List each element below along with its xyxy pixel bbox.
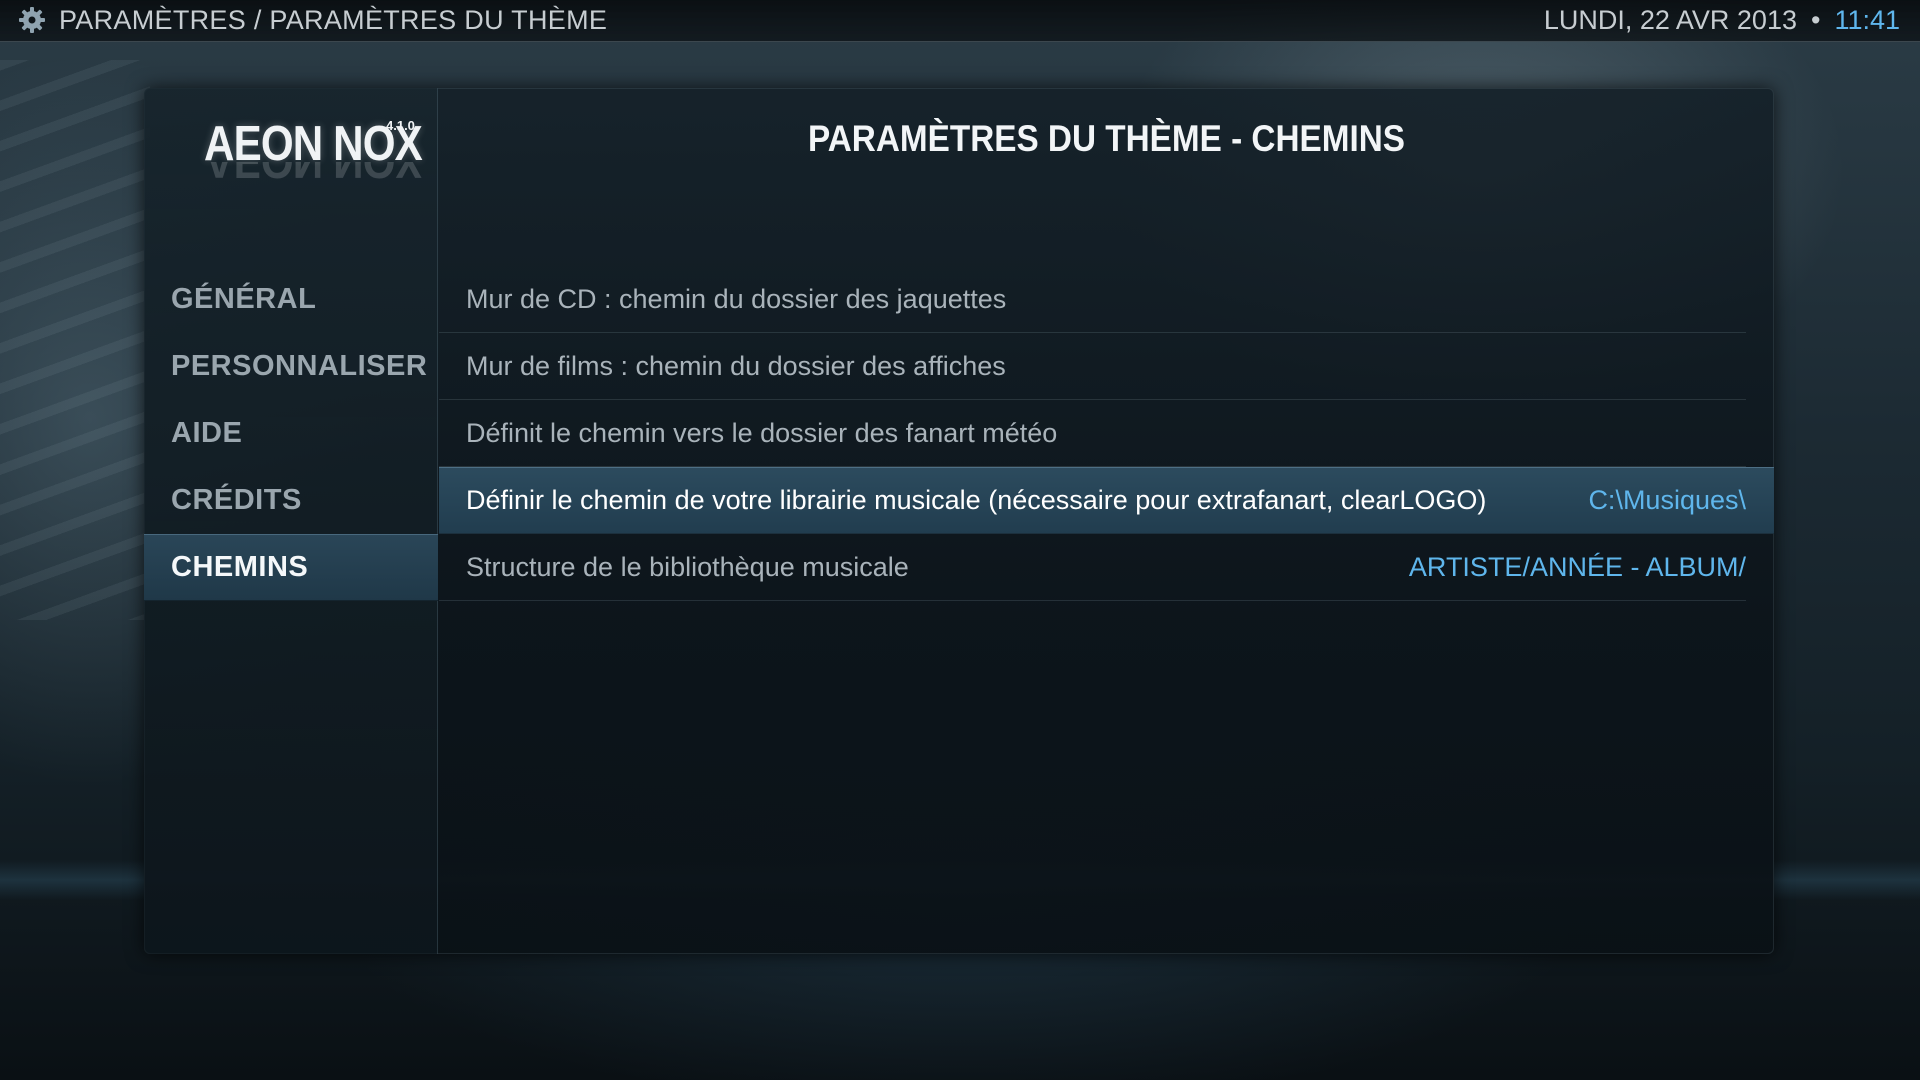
background-decoration <box>0 60 150 620</box>
setting-row-music-library-path[interactable]: Définir le chemin de votre librairie mus… <box>439 467 1774 534</box>
settings-panel: AEON NOX 4.1.0 AEON NOX GÉNÉRAL PERSONNA… <box>144 88 1774 954</box>
date-text: LUNDI, 22 AVR 2013 <box>1543 5 1797 35</box>
setting-row-music-library-structure[interactable]: Structure de le bibliothèque musicale AR… <box>439 534 1746 601</box>
setting-value: ARTISTE/ANNÉE - ALBUM/ <box>1408 552 1746 582</box>
gear-icon <box>18 6 46 34</box>
sidebar-item-aide[interactable]: AIDE <box>144 400 438 467</box>
separator: • <box>1810 5 1821 35</box>
setting-row-cd-wall-path[interactable]: Mur de CD : chemin du dossier des jaquet… <box>439 266 1746 333</box>
sidebar-item-personnaliser[interactable]: PERSONNALISER <box>144 333 438 400</box>
settings-content: PARAMÈTRES DU THÈME - CHEMINS Mur de CD … <box>439 88 1774 954</box>
breadcrumb: PARAMÈTRES / PARAMÈTRES DU THÈME <box>59 5 608 35</box>
setting-row-movie-wall-path[interactable]: Mur de films : chemin du dossier des aff… <box>439 333 1746 400</box>
top-bar: PARAMÈTRES / PARAMÈTRES DU THÈME LUNDI, … <box>0 0 1920 42</box>
sidebar-item-general[interactable]: GÉNÉRAL <box>144 266 438 333</box>
setting-row-weather-fanart-path[interactable]: Définit le chemin vers le dossier des fa… <box>439 400 1746 467</box>
setting-value: C:\Musiques\ <box>1588 485 1746 515</box>
clock: LUNDI, 22 AVR 2013 • 11:41 <box>1544 5 1900 36</box>
page-title: PARAMÈTRES DU THÈME - CHEMINS <box>808 118 1405 159</box>
time-text: 11:41 <box>1834 5 1900 35</box>
sidebar-item-chemins[interactable]: CHEMINS <box>144 534 438 601</box>
setting-label: Mur de CD : chemin du dossier des jaquet… <box>466 284 1007 314</box>
logo-version: 4.1.0 <box>386 118 415 133</box>
settings-list: Mur de CD : chemin du dossier des jaquet… <box>439 266 1774 601</box>
setting-label: Définit le chemin vers le dossier des fa… <box>466 418 1058 448</box>
aeon-nox-logo: AEON NOX 4.1.0 AEON NOX <box>204 116 424 188</box>
sidebar: AEON NOX 4.1.0 AEON NOX GÉNÉRAL PERSONNA… <box>144 88 438 954</box>
sidebar-item-credits[interactable]: CRÉDITS <box>144 467 438 534</box>
logo-reflection: AEON NOX <box>204 162 422 188</box>
setting-label: Structure de le bibliothèque musicale <box>466 552 909 582</box>
setting-label: Définir le chemin de votre librairie mus… <box>466 485 1487 515</box>
sidebar-nav: GÉNÉRAL PERSONNALISER AIDE CRÉDITS CHEMI… <box>144 266 438 601</box>
setting-label: Mur de films : chemin du dossier des aff… <box>466 351 1006 381</box>
